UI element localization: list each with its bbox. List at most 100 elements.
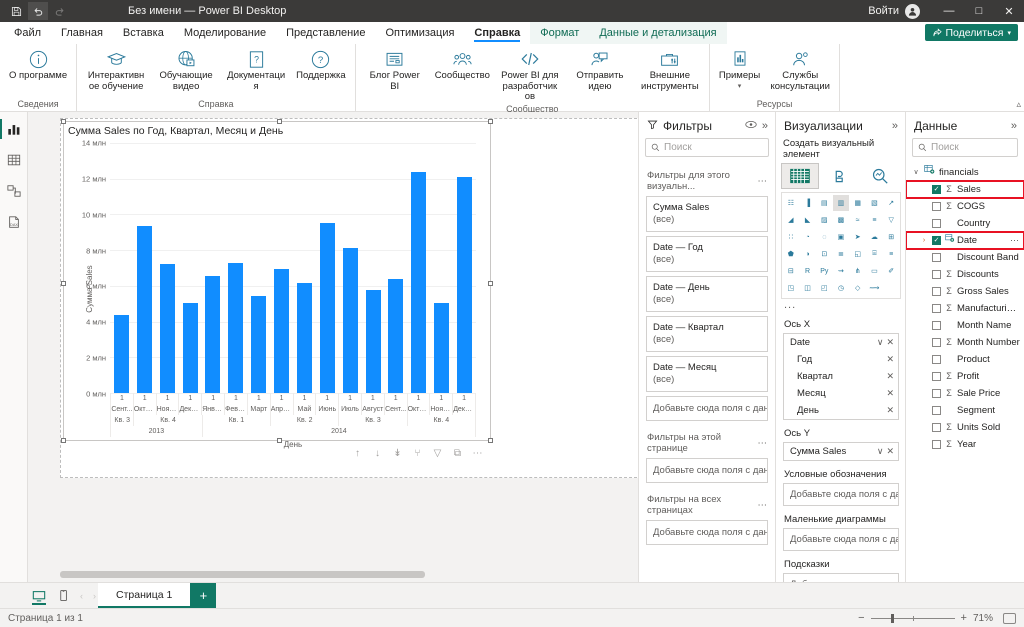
ribbon-button-documentation[interactable]: ? Документация xyxy=(221,47,291,93)
well-field-remove-icon[interactable]: ✕ xyxy=(886,353,894,366)
ribbon-button-blog[interactable]: Блог Power BI xyxy=(360,47,430,93)
rail-item-table-view[interactable] xyxy=(2,149,26,171)
data-field-product[interactable]: Product xyxy=(906,351,1024,368)
page-tab-1[interactable]: Страница 1 xyxy=(98,583,191,608)
visual-type-matrix[interactable]: ⊟ xyxy=(783,263,799,279)
data-field-units-sold[interactable]: Σ Units Sold xyxy=(906,419,1024,436)
tab-insert[interactable]: Вставка xyxy=(113,22,174,44)
well-field-remove-icon[interactable]: ✕ xyxy=(886,404,894,417)
bar[interactable] xyxy=(113,315,129,393)
filter-dropzone[interactable]: Добавьте сюда поля с дан... xyxy=(646,458,768,483)
visual-type-stacked-area-chart[interactable]: ◣ xyxy=(800,212,816,228)
bar-cell[interactable] xyxy=(133,143,156,393)
filter-card[interactable]: Сумма Sales (все) xyxy=(646,196,768,232)
rail-item-report-view[interactable] xyxy=(0,118,26,140)
resize-handle-w[interactable] xyxy=(61,281,66,286)
filter-card[interactable]: Date — Месяц (все) xyxy=(646,356,768,392)
tab-view[interactable]: Представление xyxy=(276,22,375,44)
samples-chevron-down-icon[interactable]: ▾ xyxy=(738,82,742,93)
ribbon-button-training-videos[interactable]: Обучающие видео xyxy=(151,47,221,93)
visual-type-stacked-bar-chart[interactable]: ☷ xyxy=(783,195,799,211)
visual-type-line-stacked-column-chart[interactable]: ▨ xyxy=(816,212,832,228)
data-field-country[interactable]: Country xyxy=(906,215,1024,232)
data-field-gross-sales[interactable]: Σ Gross Sales xyxy=(906,283,1024,300)
well-field-Месяц[interactable]: Месяц ✕ xyxy=(784,385,898,402)
filter-section-more-icon[interactable]: ⋯ xyxy=(758,500,768,511)
filter-dropzone[interactable]: Добавьте сюда поля с дан... xyxy=(646,520,768,545)
filter-icon[interactable]: ▽ xyxy=(431,447,444,460)
field-checkbox[interactable] xyxy=(932,219,941,228)
bar[interactable] xyxy=(274,269,290,393)
more-options-icon[interactable]: ⋯ xyxy=(471,447,484,460)
visual-type-donut-chart[interactable]: ◌ xyxy=(816,229,832,245)
resize-handle-se[interactable] xyxy=(488,438,493,443)
well-field-chevron-down-icon[interactable]: ∨ xyxy=(877,336,884,349)
visual-type-azure-map[interactable]: ⬟ xyxy=(783,246,799,262)
visual-type-gauge-chart[interactable]: ◑ xyxy=(800,246,816,262)
visual-type-100-stacked-bar-chart[interactable]: ▦ xyxy=(850,195,866,211)
maximize-button[interactable]: □ xyxy=(964,0,994,22)
drill-hierarchy-icon[interactable]: ⑂ xyxy=(411,447,424,460)
account-avatar-icon[interactable] xyxy=(905,3,920,19)
tab-modeling[interactable]: Моделирование xyxy=(174,22,276,44)
well-field-Год[interactable]: Год ✕ xyxy=(784,351,898,368)
bar[interactable] xyxy=(411,171,427,393)
tab-data-drill[interactable]: Данные и детализация xyxy=(589,22,727,44)
well-field-remove-icon[interactable]: ✕ xyxy=(886,336,894,349)
field-checkbox[interactable]: ✓ xyxy=(932,185,941,194)
bar[interactable] xyxy=(342,247,358,393)
canvas-scroll-thumb[interactable] xyxy=(60,571,425,578)
redo-icon[interactable] xyxy=(50,2,70,20)
bar[interactable] xyxy=(251,296,267,393)
drill-up-icon[interactable]: ↑ xyxy=(351,447,364,460)
field-checkbox[interactable] xyxy=(932,423,941,432)
ribbon-button-guided-learning[interactable]: Интерактивное обучение xyxy=(81,47,151,93)
bar-cell[interactable] xyxy=(385,143,408,393)
field-more-options-icon[interactable]: ⋯ xyxy=(1010,233,1020,248)
bar[interactable] xyxy=(205,275,221,393)
field-checkbox[interactable] xyxy=(932,270,941,279)
resize-handle-e[interactable] xyxy=(488,281,493,286)
bar-cell[interactable] xyxy=(362,143,385,393)
ribbon-button-support[interactable]: ? Поддержка xyxy=(291,47,351,83)
well-field-Сумма Sales[interactable]: Сумма Sales ∨ ✕ xyxy=(784,443,898,460)
data-field-year[interactable]: Σ Year xyxy=(906,436,1024,453)
ribbon-button-community[interactable]: Сообщество xyxy=(430,47,495,83)
build-visual-icon[interactable] xyxy=(781,163,819,189)
bar-cell[interactable] xyxy=(316,143,339,393)
bar[interactable] xyxy=(365,289,381,393)
resize-handle-ne[interactable] xyxy=(488,119,493,124)
resize-handle-sw[interactable] xyxy=(61,438,66,443)
tab-home[interactable]: Главная xyxy=(51,22,113,44)
visual-type-line-chart[interactable]: ↗ xyxy=(883,195,899,211)
bar[interactable] xyxy=(136,226,152,393)
tab-file[interactable]: Файл xyxy=(4,22,51,44)
bar-cell[interactable] xyxy=(224,143,247,393)
bar[interactable] xyxy=(388,279,404,393)
sign-in-label[interactable]: Войти xyxy=(868,5,905,17)
field-checkbox[interactable] xyxy=(932,372,941,381)
bar[interactable] xyxy=(296,282,312,393)
data-field-sales[interactable]: ✓ Σ Sales xyxy=(906,180,1024,199)
expand-chevron-icon[interactable]: ∨ xyxy=(912,165,920,180)
analytics-icon[interactable] xyxy=(861,163,899,189)
visual-type-metrics-visual[interactable]: ◳ xyxy=(783,280,799,296)
zoom-out-button[interactable]: − xyxy=(858,612,864,624)
ribbon-button-about[interactable]: О программе xyxy=(4,47,72,83)
data-search-input[interactable]: Поиск xyxy=(912,138,1018,157)
add-page-button[interactable]: + xyxy=(190,583,217,608)
visual-type-get-more-visuals[interactable]: ◇ xyxy=(850,280,866,296)
expand-chevron-icon[interactable]: › xyxy=(920,233,928,248)
field-checkbox[interactable] xyxy=(932,253,941,262)
tab-format[interactable]: Формат xyxy=(530,22,590,44)
bar-cell[interactable] xyxy=(270,143,293,393)
bar-chart-visual[interactable]: Сумма Sales по Год, Квартал, Месяц и Ден… xyxy=(61,119,493,459)
bar-cell[interactable] xyxy=(179,143,202,393)
filter-dropzone[interactable]: Добавьте сюда поля с дан... xyxy=(646,396,768,421)
expand-all-icon[interactable]: ↡ xyxy=(391,447,404,460)
data-field-date[interactable]: › ✓ Date ⋯ xyxy=(906,231,1024,250)
share-button[interactable]: Поделиться ▾ xyxy=(924,24,1018,41)
well-field-chevron-down-icon[interactable]: ∨ xyxy=(877,445,884,458)
bar-cell[interactable] xyxy=(293,143,316,393)
bar-cell[interactable] xyxy=(407,143,430,393)
